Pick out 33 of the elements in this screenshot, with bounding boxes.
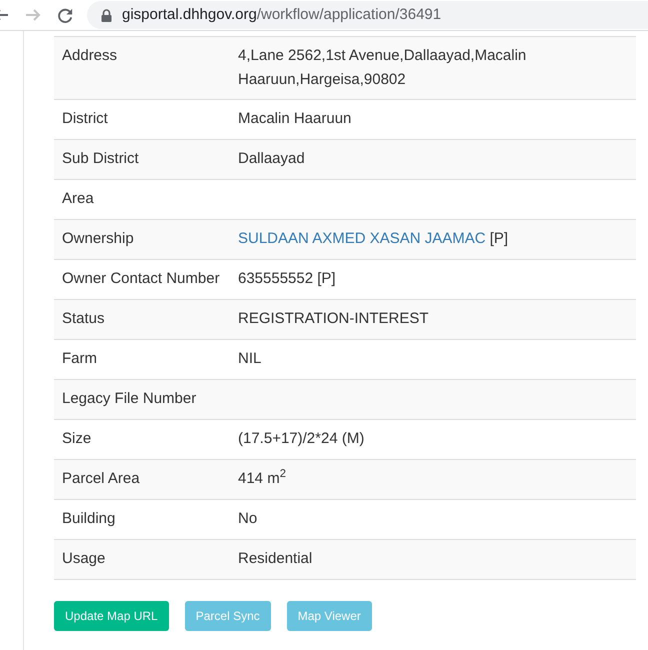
action-button[interactable]: Map Viewer: [286, 601, 372, 631]
field-value: REGISTRATION-INTEREST: [238, 310, 429, 327]
field-value: Dallaayad: [238, 150, 305, 167]
field-label: Usage: [62, 550, 106, 567]
field-value: 4,Lane 2562,1st Avenue,Dallaayad,Macalin Haaruun,Hargeisa,90802: [238, 47, 526, 88]
field-label: Farm: [62, 350, 97, 367]
field-label: Address: [62, 47, 118, 64]
owner-link[interactable]: SULDAAN AXMED XASAN JAAMAC: [238, 230, 486, 247]
field-label: Status: [62, 310, 105, 327]
url-host: gisportal.dhhgov.org: [122, 4, 257, 25]
field-value: [P]: [490, 230, 508, 247]
reload-icon[interactable]: [57, 6, 74, 24]
field-label: District: [62, 110, 108, 127]
field-value: NIL: [238, 350, 262, 367]
field-value: 635555552 [P]: [238, 270, 336, 287]
url-path: /workflow/application/36491: [256, 4, 442, 25]
field-value: (17.5+17)/2*24 (M): [238, 430, 364, 447]
field-label: Building: [62, 510, 116, 527]
lock-icon: [101, 8, 112, 22]
field-label: Size: [62, 430, 92, 447]
field-label: Area: [62, 190, 94, 207]
field-value: Residential: [238, 550, 312, 567]
field-value: No: [238, 510, 258, 527]
field-label: Sub District: [62, 150, 139, 167]
action-button[interactable]: Parcel Sync: [184, 601, 271, 631]
field-label: Parcel Area: [62, 470, 140, 487]
field-label: Ownership: [62, 230, 134, 247]
address-bar[interactable]: gisportal.dhhgov.org/workflow/application/36491: [87, 1, 648, 29]
field-label: Legacy File Number: [62, 390, 196, 407]
field-value: 414 m$^{2}$: [238, 470, 286, 487]
field-label: Owner Contact Number: [62, 270, 220, 287]
field-value: Macalin Haaruun: [238, 110, 352, 127]
action-button[interactable]: Update Map URL: [54, 601, 169, 631]
